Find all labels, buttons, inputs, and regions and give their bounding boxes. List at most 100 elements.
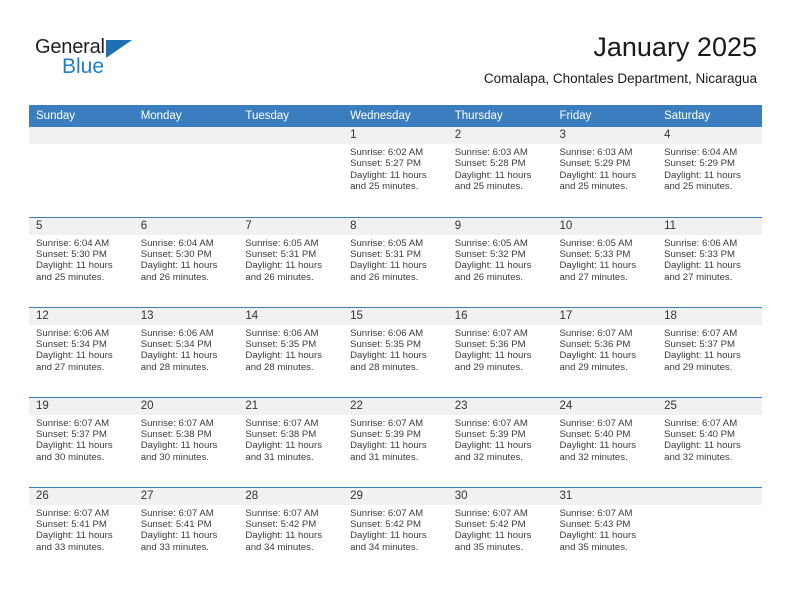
calendar-day-cell[interactable]: 11 Sunrise: 6:06 AM Sunset: 5:33 PM Dayligh… [657, 216, 762, 307]
calendar-day-cell[interactable]: 17 Sunrise: 6:07 AM Sunset: 5:36 PM Dayligh… [552, 306, 658, 397]
sunset-text: Sunset: 5:32 PM [454, 248, 526, 260]
calendar-day-cell[interactable]: 29 Sunrise: 6:07 AM Sunset: 5:42 PM Dayligh… [343, 486, 448, 577]
calendar-day-cell-empty [657, 486, 762, 577]
calendar-day-cell[interactable]: 28 Sunrise: 6:07 AM Sunset: 5:42 PM Dayligh… [238, 486, 344, 577]
daylight-text: Daylight: 11 hours and 26 minutes. [454, 260, 532, 283]
day-number: 19 [29, 397, 134, 415]
calendar-day-cell[interactable]: 18 Sunrise: 6:07 AM Sunset: 5:37 PM Dayligh… [657, 306, 762, 397]
day-number: 8 [343, 217, 448, 235]
calendar-day-cell[interactable]: 22 Sunrise: 6:07 AM Sunset: 5:39 PM Dayligh… [343, 396, 448, 487]
day-number: 13 [133, 307, 239, 325]
calendar-day-cell[interactable]: 6 Sunrise: 6:04 AM Sunset: 5:30 PM Daylight… [133, 216, 239, 307]
day-number: 12 [29, 307, 134, 325]
day-sun-info: Sunrise: 6:06 AM Sunset: 5:34 PM Daylight:… [29, 325, 134, 374]
day-number: 10 [552, 217, 658, 235]
weekday-header-thursday: Thursday [447, 105, 553, 127]
calendar-day-cell[interactable]: 30 Sunrise: 6:07 AM Sunset: 5:42 PM Dayligh… [447, 486, 553, 577]
sunset-text: Sunset: 5:40 PM [559, 428, 631, 440]
day-sun-info: Sunrise: 6:07 AM Sunset: 5:41 PM Daylight:… [29, 505, 134, 554]
daylight-text: Daylight: 11 hours and 34 minutes. [350, 530, 427, 553]
calendar-day-cell-empty [133, 127, 239, 217]
calendar-day-cell[interactable]: 13 Sunrise: 6:06 AM Sunset: 5:34 PM Dayligh… [133, 306, 239, 397]
calendar-table: Sunday Monday Tuesday Wednesday Thursday Frid… [29, 105, 762, 577]
calendar-day-cell[interactable]: 23 Sunrise: 6:07 AM Sunset: 5:39 PM Dayligh… [447, 396, 553, 487]
calendar-day-cell[interactable]: 1 Sunrise: 6:02 AM Sunset: 5:27 PM Daylight… [343, 127, 448, 217]
sunset-text: Sunset: 5:43 PM [559, 518, 631, 530]
calendar-day-cell[interactable]: 24 Sunrise: 6:07 AM Sunset: 5:40 PM Dayligh… [552, 396, 658, 487]
daylight-text: Daylight: 11 hours and 34 minutes. [245, 530, 322, 553]
daylight-text: Daylight: 11 hours and 26 minutes. [245, 260, 322, 283]
day-number: 9 [447, 217, 553, 235]
calendar-day-cell[interactable]: 20 Sunrise: 6:07 AM Sunset: 5:38 PM Dayligh… [133, 396, 239, 487]
sunset-text: Sunset: 5:28 PM [454, 158, 526, 170]
day-number [133, 127, 239, 144]
sunset-text: Sunset: 5:41 PM [36, 518, 107, 530]
day-sun-info: Sunrise: 6:07 AM Sunset: 5:42 PM Daylight:… [343, 505, 448, 554]
sunset-text: Sunset: 5:27 PM [350, 158, 421, 170]
daylight-text: Daylight: 11 hours and 26 minutes. [350, 260, 427, 283]
day-sun-info: Sunrise: 6:05 AM Sunset: 5:31 PM Daylight:… [343, 235, 448, 284]
day-sun-info: Sunrise: 6:07 AM Sunset: 5:38 PM Daylight:… [238, 415, 343, 464]
sunset-text: Sunset: 5:37 PM [36, 428, 107, 440]
sunrise-text: Sunrise: 6:07 AM [559, 507, 633, 519]
daylight-text: Daylight: 11 hours and 32 minutes. [664, 440, 741, 463]
sunrise-text: Sunrise: 6:07 AM [664, 327, 738, 339]
day-number: 24 [552, 397, 658, 415]
day-cell-inner: 12 Sunrise: 6:06 AM Sunset: 5:34 PM Dayligh… [29, 307, 134, 396]
calendar-week-row: 26 Sunrise: 6:07 AM Sunset: 5:41 PM Dayligh… [29, 486, 762, 577]
calendar-day-cell[interactable]: 14 Sunrise: 6:06 AM Sunset: 5:35 PM Dayligh… [238, 306, 344, 397]
calendar-day-cell[interactable]: 19 Sunrise: 6:07 AM Sunset: 5:37 PM Dayligh… [29, 396, 134, 487]
calendar-day-cell[interactable]: 31 Sunrise: 6:07 AM Sunset: 5:43 PM Dayligh… [552, 486, 658, 577]
calendar-day-cell[interactable]: 21 Sunrise: 6:07 AM Sunset: 5:38 PM Dayligh… [238, 396, 344, 487]
sunset-text: Sunset: 5:36 PM [559, 338, 631, 350]
sunrise-text: Sunrise: 6:07 AM [245, 417, 319, 429]
sunset-text: Sunset: 5:35 PM [350, 338, 421, 350]
daylight-text: Daylight: 11 hours and 28 minutes. [140, 350, 218, 373]
day-cell-inner: 23 Sunrise: 6:07 AM Sunset: 5:39 PM Dayligh… [447, 397, 553, 486]
day-cell-inner: 28 Sunrise: 6:07 AM Sunset: 5:42 PM Dayligh… [238, 487, 344, 576]
daylight-text: Daylight: 11 hours and 32 minutes. [454, 440, 532, 463]
calendar-day-cell[interactable]: 15 Sunrise: 6:06 AM Sunset: 5:35 PM Dayligh… [343, 306, 448, 397]
daylight-text: Daylight: 11 hours and 25 minutes. [454, 169, 532, 193]
day-sun-info: Sunrise: 6:07 AM Sunset: 5:37 PM Daylight:… [29, 415, 134, 464]
calendar-day-cell[interactable]: 8 Sunrise: 6:05 AM Sunset: 5:31 PM Daylight… [343, 216, 448, 307]
calendar-day-cell[interactable]: 9 Sunrise: 6:05 AM Sunset: 5:32 PM Daylight… [447, 216, 553, 307]
day-number: 3 [552, 127, 658, 144]
calendar-day-cell[interactable]: 12 Sunrise: 6:06 AM Sunset: 5:34 PM Dayligh… [29, 306, 134, 397]
calendar-day-cell[interactable]: 7 Sunrise: 6:05 AM Sunset: 5:31 PM Daylight… [238, 216, 344, 307]
day-number: 25 [657, 397, 762, 415]
day-cell-inner: 1 Sunrise: 6:02 AM Sunset: 5:27 PM Daylight… [343, 127, 448, 215]
sunset-text: Sunset: 5:31 PM [245, 248, 317, 260]
sunrise-text: Sunrise: 6:06 AM [140, 327, 214, 339]
daylight-text: Daylight: 11 hours and 25 minutes. [559, 169, 637, 193]
daylight-text: Daylight: 11 hours and 30 minutes. [36, 440, 113, 463]
triangle-icon [106, 40, 132, 58]
day-cell-inner: 10 Sunrise: 6:05 AM Sunset: 5:33 PM Dayligh… [552, 217, 658, 306]
daylight-text: Daylight: 11 hours and 32 minutes. [559, 440, 637, 463]
sunset-text: Sunset: 5:30 PM [36, 248, 107, 260]
calendar-day-cell[interactable]: 2 Sunrise: 6:03 AM Sunset: 5:28 PM Daylight… [447, 127, 553, 217]
calendar-day-cell[interactable]: 27 Sunrise: 6:07 AM Sunset: 5:41 PM Dayligh… [133, 486, 239, 577]
day-sun-info: Sunrise: 6:04 AM Sunset: 5:30 PM Daylight:… [29, 235, 134, 284]
day-cell-inner: 24 Sunrise: 6:07 AM Sunset: 5:40 PM Dayligh… [552, 397, 658, 486]
day-sun-info: Sunrise: 6:07 AM Sunset: 5:40 PM Daylight:… [552, 415, 657, 464]
calendar-day-cell[interactable]: 26 Sunrise: 6:07 AM Sunset: 5:41 PM Dayligh… [29, 486, 134, 577]
general-blue-logo[interactable]: General Blue [35, 36, 165, 84]
calendar-day-cell[interactable]: 16 Sunrise: 6:07 AM Sunset: 5:36 PM Dayligh… [447, 306, 553, 397]
sunrise-text: Sunrise: 6:07 AM [559, 327, 633, 339]
calendar-day-cell[interactable]: 4 Sunrise: 6:04 AM Sunset: 5:29 PM Daylight… [657, 127, 762, 217]
day-cell-inner: 25 Sunrise: 6:07 AM Sunset: 5:40 PM Dayligh… [657, 397, 762, 486]
day-cell-inner: 7 Sunrise: 6:05 AM Sunset: 5:31 PM Daylight… [238, 217, 344, 306]
sunrise-text: Sunrise: 6:03 AM [454, 147, 528, 158]
weekday-header-sunday: Sunday [29, 105, 134, 127]
day-number: 23 [447, 397, 553, 415]
day-cell-inner: 3 Sunrise: 6:03 AM Sunset: 5:29 PM Daylight… [552, 127, 658, 215]
calendar-day-cell[interactable]: 5 Sunrise: 6:04 AM Sunset: 5:30 PM Daylight… [29, 216, 134, 307]
calendar-day-cell[interactable]: 3 Sunrise: 6:03 AM Sunset: 5:29 PM Daylight… [552, 127, 658, 217]
calendar-day-cell[interactable]: 25 Sunrise: 6:07 AM Sunset: 5:40 PM Dayligh… [657, 396, 762, 487]
day-number: 6 [133, 217, 239, 235]
day-number: 21 [238, 397, 344, 415]
daylight-text: Daylight: 11 hours and 29 minutes. [664, 350, 741, 373]
daylight-text: Daylight: 11 hours and 29 minutes. [454, 350, 532, 373]
calendar-day-cell[interactable]: 10 Sunrise: 6:05 AM Sunset: 5:33 PM Dayligh… [552, 216, 658, 307]
